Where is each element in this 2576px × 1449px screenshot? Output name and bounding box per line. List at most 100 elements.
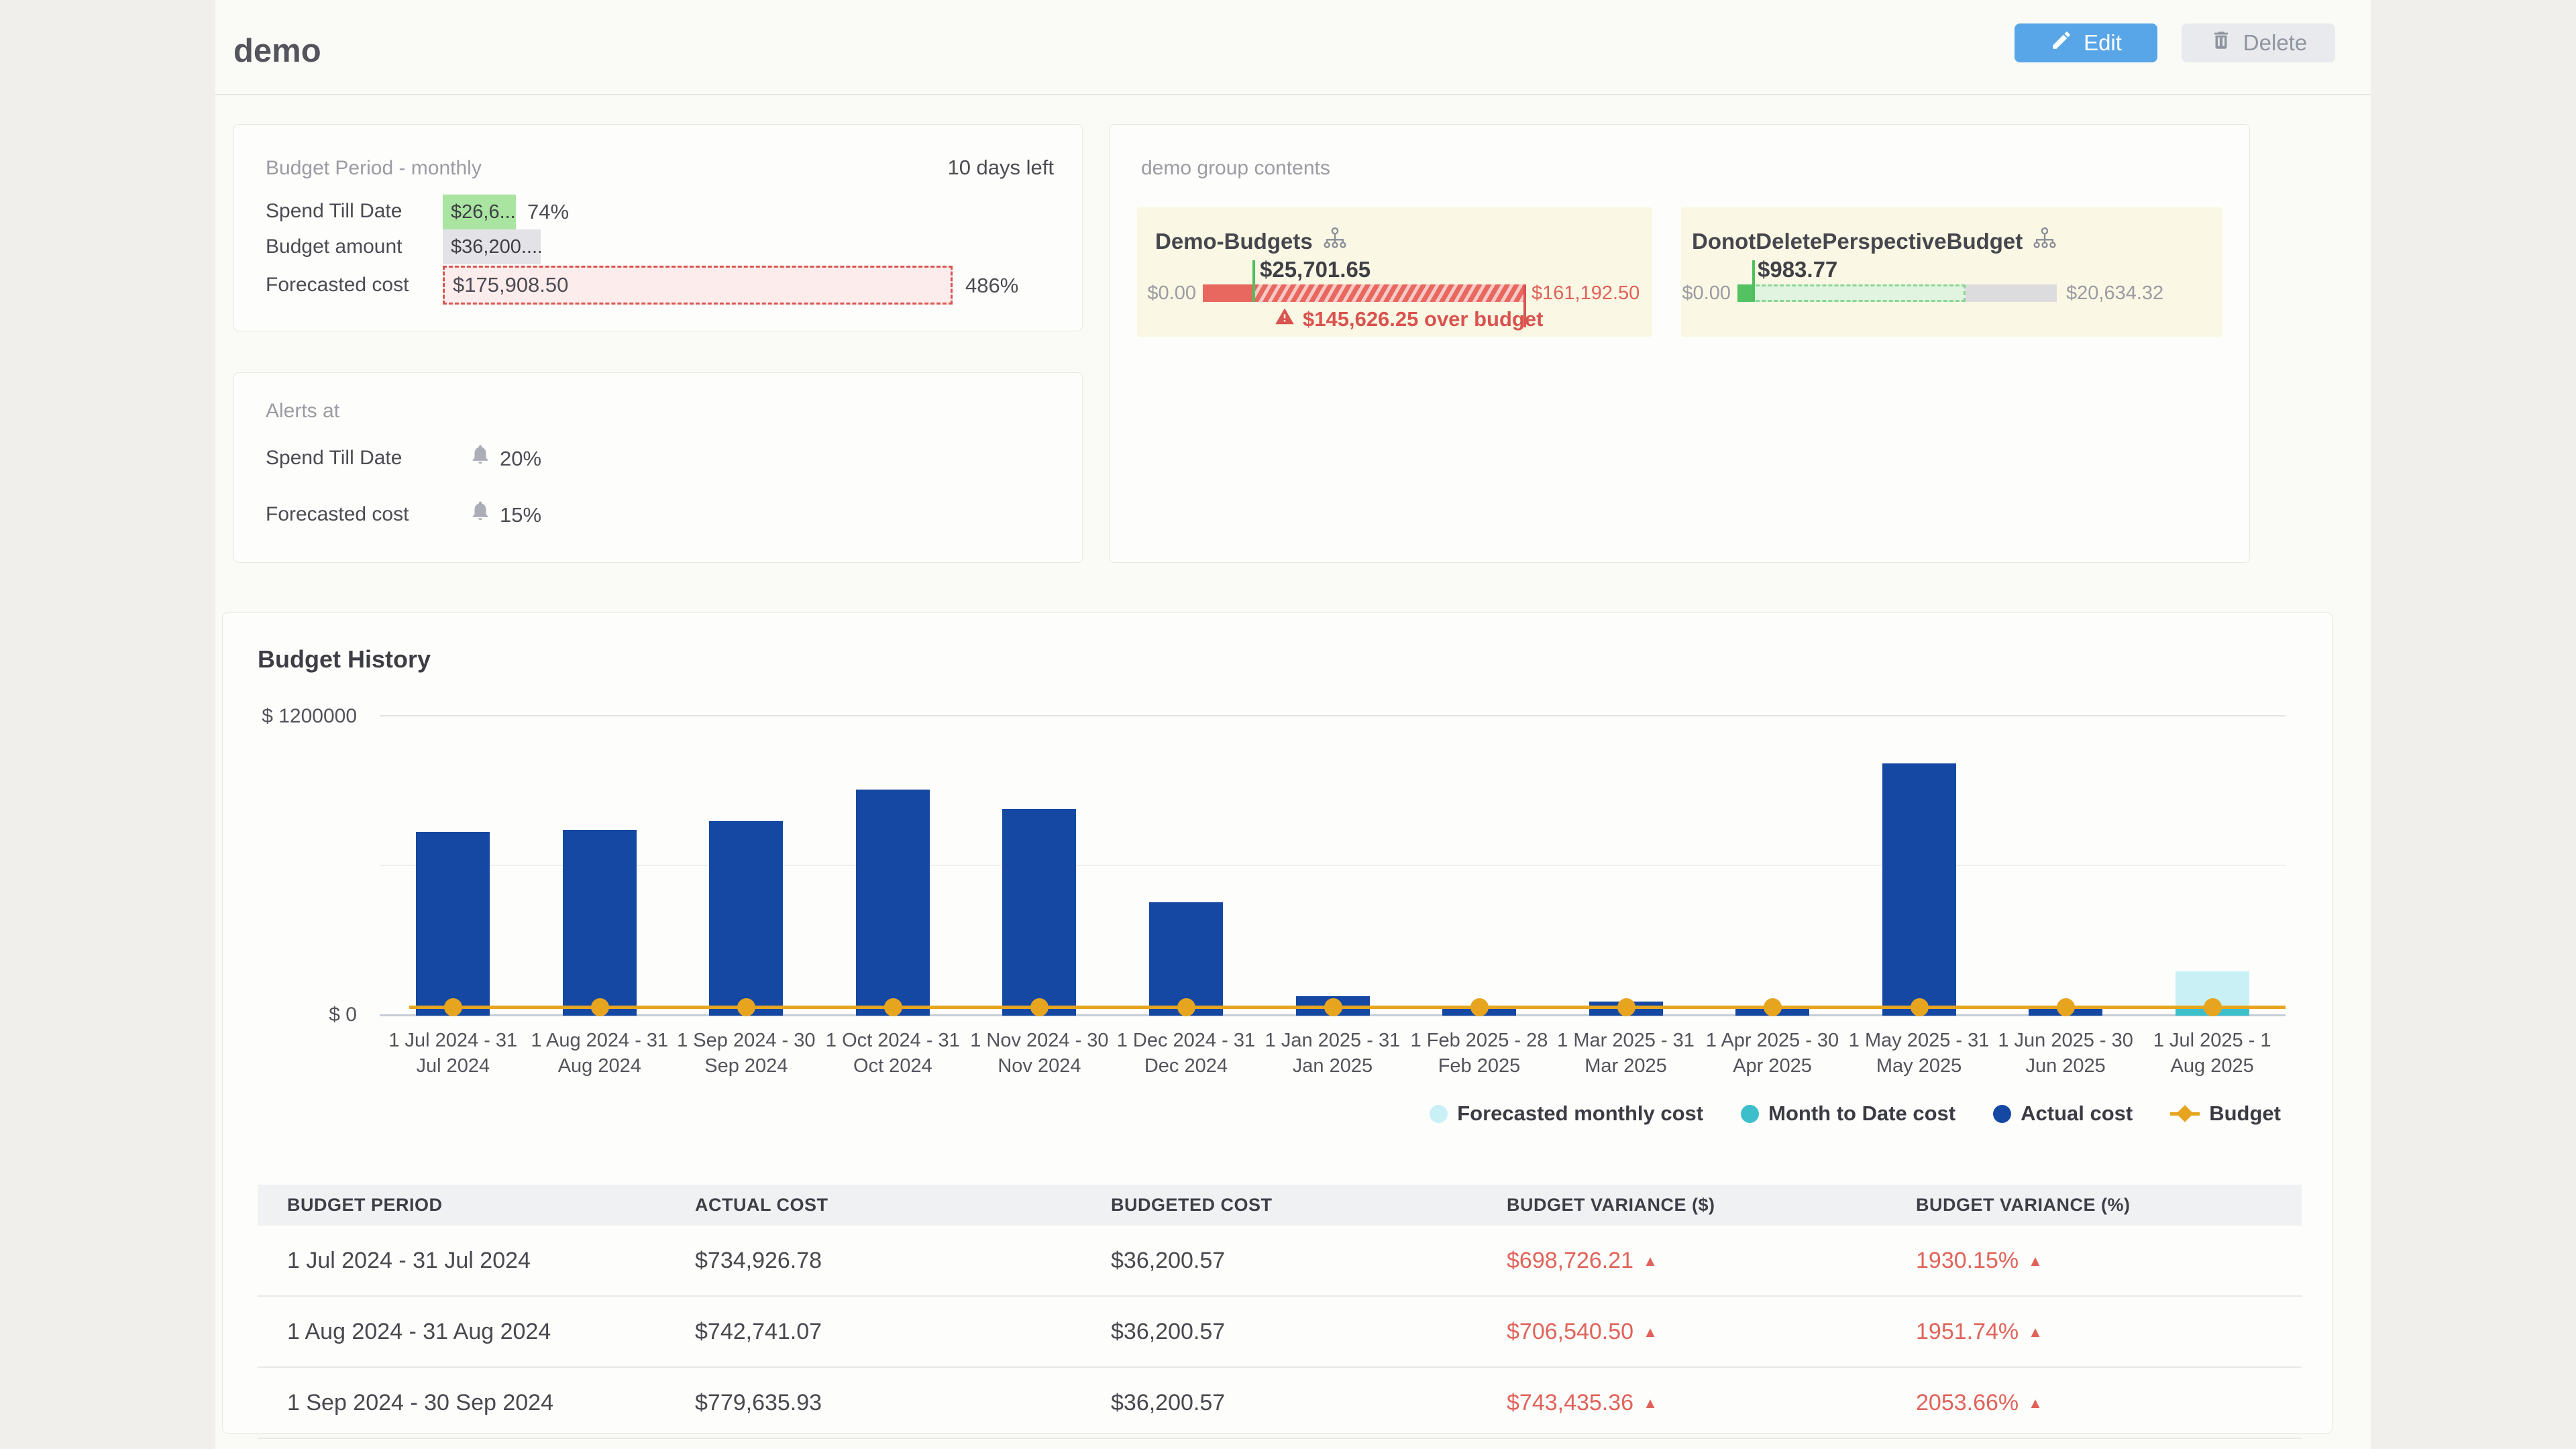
- cell-variance-pct: 1951.74%▲: [1916, 1319, 2302, 1345]
- actual-cost-bar[interactable]: [1002, 809, 1076, 1016]
- legend-dot-icon: [1430, 1105, 1448, 1123]
- actual-cost-bar[interactable]: [416, 832, 490, 1016]
- budget-marker[interactable]: [1617, 998, 1635, 1016]
- budget-marker[interactable]: [1177, 998, 1195, 1016]
- budget-marker[interactable]: [737, 998, 755, 1016]
- budget-link-demo-budgets[interactable]: Demo-Budgets: [1155, 226, 1348, 257]
- legend-item-budget[interactable]: Budget: [2170, 1102, 2281, 1126]
- x-axis-label: 1 Mar 2025 - 31Mar 2025: [1552, 1028, 1699, 1079]
- spend-till-date-label: Spend Till Date: [266, 200, 402, 223]
- x-axis-label: 1 Jul 2024 - 31Jul 2024: [380, 1028, 527, 1079]
- legend-item-month-to-date-cost[interactable]: Month to Date cost: [1741, 1102, 1955, 1126]
- table-header-cell: ACTUAL COST: [695, 1195, 1111, 1216]
- x-axis-label: 1 Sep 2024 - 30Sep 2024: [673, 1028, 820, 1079]
- forecasted-cost-percent: 486%: [965, 274, 1018, 298]
- budget-marker[interactable]: [2204, 998, 2222, 1016]
- bar-forecast-dashed-segment: [1737, 284, 1966, 302]
- edit-button[interactable]: Edit: [2015, 23, 2157, 62]
- budget-marker[interactable]: [1911, 998, 1929, 1016]
- chart-legend: Forecasted monthly cost Month to Date cos…: [1430, 1102, 2281, 1126]
- budget-marker[interactable]: [1324, 998, 1342, 1016]
- budget-min-label: $0.00: [1681, 282, 1731, 305]
- budget-period-card: Budget Period - monthly 10 days left Spe…: [233, 124, 1083, 331]
- cell-variance-usd: $706,540.50▲: [1507, 1319, 1916, 1345]
- budget-marker[interactable]: [1470, 998, 1489, 1016]
- alert-forecast-label: Forecasted cost: [266, 503, 409, 526]
- alert-spend-label: Spend Till Date: [266, 447, 402, 470]
- budget-marker[interactable]: [884, 998, 902, 1016]
- group-contents-card: demo group contents Demo-Budgets $25,701…: [1109, 124, 2250, 563]
- budget-min-label: $0.00: [1140, 282, 1196, 305]
- days-left-label: 10 days left: [947, 156, 1054, 180]
- budget-amount-chip: $36,200....: [443, 229, 541, 264]
- budget-progress-bar-over[interactable]: [1203, 284, 1525, 302]
- budget-marker[interactable]: [1764, 998, 1782, 1016]
- variance-up-icon: ▲: [2028, 1324, 2043, 1340]
- header-divider: [215, 94, 2371, 95]
- x-axis-label: 1 Feb 2025 - 28Feb 2025: [1406, 1028, 1553, 1079]
- legend-dot-icon: [1993, 1105, 2011, 1123]
- actual-marker-line: [1752, 260, 1755, 302]
- budget-marker[interactable]: [2057, 998, 2075, 1016]
- budget-progress-bar-under[interactable]: [1737, 284, 2057, 302]
- x-axis-label: 1 May 2025 - 31May 2025: [1845, 1028, 1992, 1079]
- budget-link-donotdelete[interactable]: DonotDeletePerspectiveBudget: [1692, 226, 2057, 257]
- forecasted-cost-box: $175,908.50: [443, 266, 953, 305]
- budget-line: [409, 1006, 2286, 1009]
- actual-cost-bar[interactable]: [856, 790, 930, 1016]
- forecasted-cost-label: Forecasted cost: [266, 274, 409, 297]
- alerts-card: Alerts at Spend Till Date 20% Forecasted…: [233, 372, 1083, 563]
- bell-icon: [469, 443, 492, 466]
- variance-up-icon: ▲: [1643, 1324, 1658, 1340]
- bar-forecast-hatched-segment: [1254, 284, 1525, 302]
- legend-label: Forecasted monthly cost: [1457, 1102, 1703, 1126]
- hierarchy-icon: [1322, 226, 1348, 257]
- actual-cost-bar[interactable]: [563, 830, 637, 1016]
- cell-budget-period: 1 Sep 2024 - 30 Sep 2024: [258, 1390, 695, 1416]
- budget-marker[interactable]: [1030, 998, 1049, 1016]
- budget-marker[interactable]: [444, 998, 462, 1016]
- delete-button[interactable]: Delete: [2182, 23, 2335, 62]
- cell-actual-cost: $779,635.93: [695, 1390, 1111, 1416]
- alerts-card-title: Alerts at: [266, 400, 339, 423]
- budget-marker[interactable]: [591, 998, 609, 1016]
- cell-variance-pct: 2053.66%▲: [1916, 1390, 2302, 1416]
- budget-history-panel: Budget History $ 1200000 $ 0 1 Jul 2024 …: [222, 612, 2332, 1434]
- cell-budgeted-cost: $36,200.57: [1111, 1390, 1507, 1416]
- actual-marker-line: [1252, 260, 1255, 302]
- content-panel: demo Edit Delete Budget Period - monthly…: [215, 0, 2371, 1449]
- cell-actual-cost: $734,926.78: [695, 1248, 1111, 1274]
- budget-tile-donotdelete: DonotDeletePerspectiveBudget $983.77 $0.…: [1681, 207, 2222, 337]
- edit-button-label: Edit: [2084, 30, 2122, 56]
- alert-spend-value: 20%: [500, 447, 541, 471]
- cell-budgeted-cost: $36,200.57: [1111, 1248, 1507, 1274]
- budget-history-title: Budget History: [258, 645, 431, 674]
- y-axis-zero-label: $ 0: [256, 1004, 357, 1026]
- actual-cost-bar[interactable]: [1882, 763, 1956, 1016]
- table-header-row: BUDGET PERIODACTUAL COSTBUDGETED COSTBUD…: [258, 1185, 2302, 1226]
- variance-up-icon: ▲: [2028, 1252, 2043, 1269]
- legend-dot-icon: [1741, 1105, 1759, 1123]
- y-axis-top-label: $ 1200000: [256, 705, 357, 728]
- table-body: 1 Jul 2024 - 31 Jul 2024$734,926.78$36,2…: [258, 1226, 2302, 1439]
- cell-budgeted-cost: $36,200.57: [1111, 1319, 1507, 1345]
- x-axis-label: 1 Oct 2024 - 31Oct 2024: [820, 1028, 967, 1079]
- budget-max-label: $20,634.32: [2066, 282, 2163, 305]
- budget-period-card-title: Budget Period - monthly: [266, 157, 482, 180]
- budget-tile-name: Demo-Budgets: [1155, 229, 1313, 254]
- budget-history-table: BUDGET PERIODACTUAL COSTBUDGETED COSTBUD…: [258, 1185, 2302, 1439]
- table-header-cell: BUDGET PERIOD: [258, 1195, 695, 1216]
- table-row: 1 Jul 2024 - 31 Jul 2024$734,926.78$36,2…: [258, 1226, 2302, 1297]
- x-axis-label: 1 Jan 2025 - 31Jan 2025: [1259, 1028, 1406, 1079]
- legend-item-forecasted-monthly-cost[interactable]: Forecasted monthly cost: [1430, 1102, 1703, 1126]
- x-axis-label: 1 Jun 2025 - 30Jun 2025: [1992, 1028, 2139, 1079]
- x-axis-label: 1 Apr 2025 - 30Apr 2025: [1699, 1028, 1846, 1079]
- actual-cost-bar[interactable]: [709, 821, 783, 1016]
- hierarchy-icon: [2032, 226, 2057, 257]
- variance-up-icon: ▲: [1643, 1395, 1658, 1411]
- legend-item-actual-cost[interactable]: Actual cost: [1993, 1102, 2133, 1126]
- budget-amount-label: Budget amount: [266, 235, 402, 258]
- cell-variance-pct: 1930.15%▲: [1916, 1248, 2302, 1274]
- table-header-cell: BUDGET VARIANCE ($): [1507, 1195, 1916, 1216]
- x-axis-label: 1 Dec 2024 - 31Dec 2024: [1113, 1028, 1260, 1079]
